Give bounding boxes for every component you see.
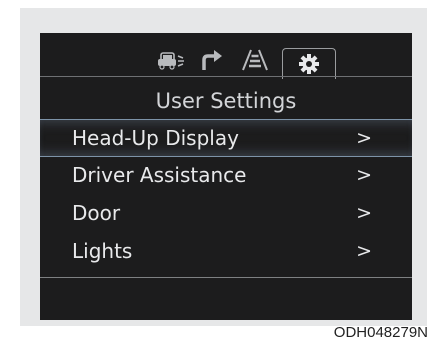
chevron-right-icon: > bbox=[356, 202, 372, 224]
chevron-right-icon: > bbox=[356, 127, 372, 149]
menu-item-driver-assistance[interactable]: Driver Assistance > bbox=[40, 157, 412, 193]
tab-divider bbox=[40, 76, 412, 77]
chevron-right-icon: > bbox=[356, 164, 372, 186]
tab-driver-assist[interactable] bbox=[234, 45, 276, 75]
menu-item-label: Lights bbox=[72, 239, 133, 263]
menu-item-head-up-display[interactable]: Head-Up Display > bbox=[40, 119, 412, 157]
page-title: User Settings bbox=[155, 89, 297, 113]
menu-item-lights[interactable]: Lights > bbox=[40, 233, 412, 269]
tab-navigation[interactable] bbox=[191, 45, 233, 75]
turn-arrow-icon bbox=[202, 50, 222, 70]
tab-user-settings[interactable] bbox=[282, 48, 336, 79]
tab-driving-info[interactable] bbox=[150, 45, 192, 75]
figure-code: ODH048279N bbox=[333, 324, 428, 341]
cluster-display-screen: User Settings Head-Up Display > Driver A… bbox=[40, 33, 412, 320]
tab-bar bbox=[40, 33, 412, 79]
gear-icon bbox=[299, 54, 319, 74]
menu-item-door[interactable]: Door > bbox=[40, 195, 412, 231]
car-driving-icon bbox=[158, 52, 184, 70]
menu-item-label: Door bbox=[72, 201, 121, 225]
menu-item-label: Head-Up Display bbox=[72, 126, 239, 150]
lane-road-icon bbox=[242, 49, 268, 71]
menu-item-label: Driver Assistance bbox=[72, 163, 247, 187]
chevron-right-icon: > bbox=[356, 240, 372, 262]
menu-bottom-divider bbox=[40, 277, 412, 278]
